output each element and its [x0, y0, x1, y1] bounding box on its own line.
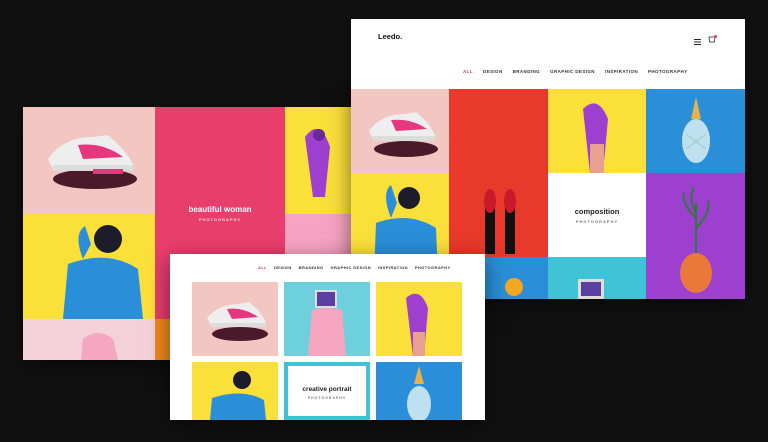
tablet-image	[578, 279, 604, 299]
feet-image	[484, 189, 516, 254]
person-tablet-image	[308, 290, 346, 356]
tile-title: composition	[574, 207, 620, 216]
front-portfolio-panel: ALL DESIGN BRANDING GRAPHIC DESIGN INSPI…	[170, 254, 485, 420]
filter-all[interactable]: ALL	[258, 265, 267, 270]
filter-branding[interactable]: BRANDING	[299, 265, 324, 270]
filter-all[interactable]: ALL	[463, 69, 473, 74]
filter-graphic-design[interactable]: GRAPHIC DESIGN	[331, 265, 372, 270]
tile-boy-yellow[interactable]	[23, 214, 155, 319]
tile-sneaker[interactable]	[23, 107, 155, 214]
tile-plant-purple[interactable]	[646, 173, 745, 299]
tile-title: beautiful woman	[188, 205, 252, 214]
boy-image	[63, 225, 143, 319]
tile-boy-yellow[interactable]	[192, 362, 278, 420]
filter-graphic-design[interactable]: GRAPHIC DESIGN	[550, 69, 595, 74]
filter-photography[interactable]: PHOTOGRAPHY	[648, 69, 688, 74]
site-header: Leedo. ALL DESIGN BRANDING GRAPHIC DESIG…	[351, 19, 745, 89]
filter-design[interactable]: DESIGN	[274, 265, 292, 270]
tile-hand-yellow[interactable]	[376, 282, 462, 356]
garment-image	[81, 333, 118, 360]
tile-title: creative portrait	[302, 386, 352, 393]
tile-hand-yellow[interactable]	[285, 107, 353, 214]
tile-composition[interactable]: composition PHOTOGRAPHY	[548, 173, 646, 257]
filter-inspiration[interactable]: INSPIRATION	[378, 265, 408, 270]
plant-image	[680, 187, 712, 293]
filter-design[interactable]: DESIGN	[483, 69, 503, 74]
filter-inspiration[interactable]: INSPIRATION	[605, 69, 638, 74]
hand-image	[305, 129, 330, 197]
pineapple-image	[682, 97, 710, 163]
hand-image	[583, 103, 608, 173]
tile-creative-portrait[interactable]: creative portrait PHOTOGRAPHY	[284, 362, 370, 420]
pineapple-image	[407, 366, 431, 420]
filter-nav: ALL DESIGN BRANDING GRAPHIC DESIGN INSPI…	[463, 69, 688, 74]
hand-image	[406, 293, 428, 356]
tile-red-feet[interactable]	[449, 89, 548, 257]
sneaker-image	[48, 135, 137, 189]
tile-tablet-person[interactable]	[284, 282, 370, 356]
filter-branding[interactable]: BRANDING	[513, 69, 540, 74]
tile-subtitle: PHOTOGRAPHY	[198, 217, 242, 222]
sneaker-image	[207, 302, 268, 341]
brand-logo[interactable]: Leedo.	[378, 32, 402, 41]
menu-icon[interactable]	[694, 32, 701, 45]
tile-pineapple[interactable]	[646, 89, 745, 173]
tile-sneaker[interactable]	[192, 282, 278, 356]
boy-image	[210, 371, 266, 420]
tile-subtitle: PHOTOGRAPHY	[575, 219, 619, 224]
tile-teal-bottom[interactable]	[548, 257, 646, 299]
tile-hand-yellow[interactable]	[548, 89, 646, 173]
sneaker-image	[369, 112, 438, 157]
filter-nav: ALL DESIGN BRANDING GRAPHIC DESIGN INSPI…	[258, 265, 451, 270]
cart-icon[interactable]	[708, 31, 717, 43]
tile-sneaker[interactable]	[351, 89, 449, 173]
tile-pineapple[interactable]	[376, 362, 462, 420]
tile-bottom-pink[interactable]	[23, 319, 155, 360]
filter-photography[interactable]: PHOTOGRAPHY	[415, 265, 451, 270]
tile-subtitle: PHOTOGRAPHY	[307, 396, 347, 400]
